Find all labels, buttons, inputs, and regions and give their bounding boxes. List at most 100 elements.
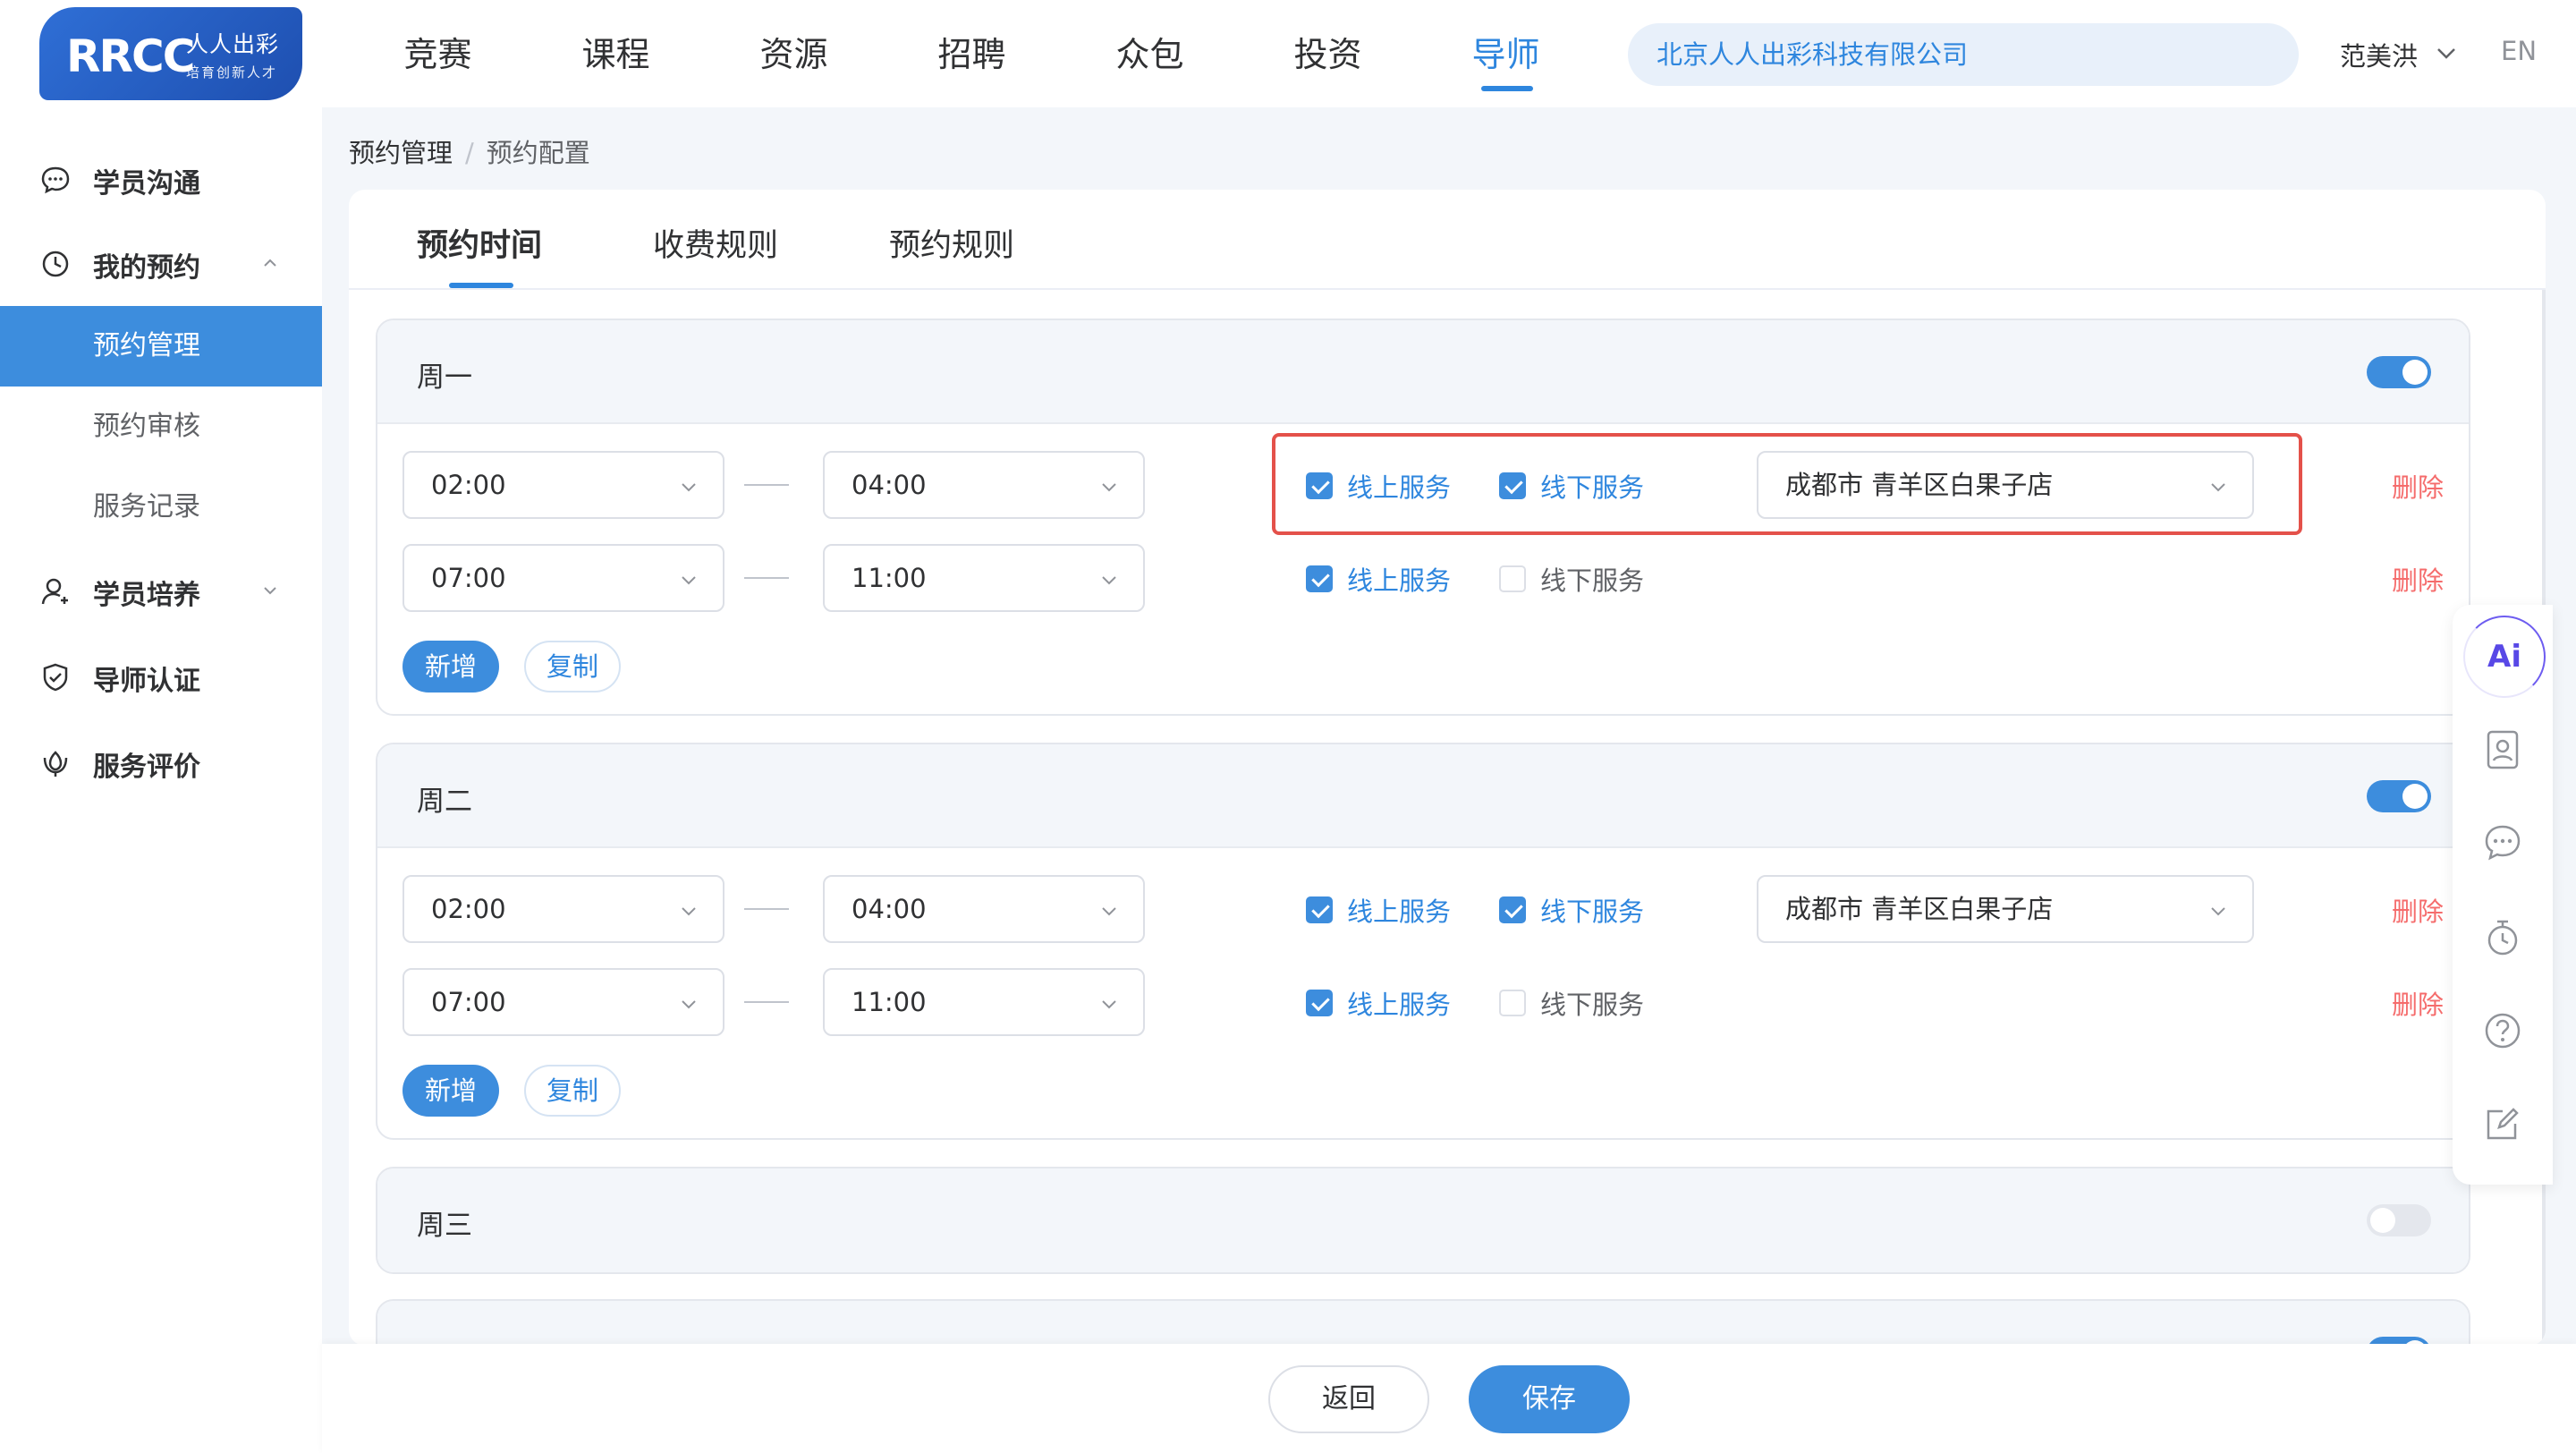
tab-booking-time[interactable]: 预约时间 (417, 220, 542, 266)
nav-item-recruiting[interactable]: 招聘 (883, 0, 1061, 107)
breadcrumb-current: 预约配置 (486, 138, 590, 168)
day-title: 周三 (417, 1210, 472, 1242)
location-select[interactable]: 成都市 青羊区白果子店 (1757, 451, 2254, 519)
location-value: 成都市 青羊区白果子店 (1785, 470, 2054, 500)
sidebar-subitem-booking-management[interactable]: 预约管理 (0, 306, 322, 387)
time-slot-row: 07:00 11:00 线上服务 线下服务 删除 (377, 968, 2469, 1036)
offline-service-label[interactable]: 线下服务 (1540, 984, 1644, 1022)
delete-slot-button[interactable]: 删除 (2392, 467, 2444, 505)
nav-item-competition[interactable]: 竞赛 (349, 0, 527, 107)
delete-slot-button[interactable]: 删除 (2392, 891, 2444, 929)
sidebar-subitem-service-records[interactable]: 服务记录 (0, 467, 322, 548)
chevron-down-icon (682, 576, 696, 585)
location-select[interactable]: 成都市 青羊区白果子店 (1757, 875, 2254, 943)
delete-slot-button[interactable]: 删除 (2392, 984, 2444, 1022)
sidebar: 学员沟通 我的预约 预约管理 预约审核 服务记录 学员培养 导师认证 服务评价 (0, 107, 322, 1453)
online-service-checkbox[interactable] (1306, 896, 1333, 923)
nav-item-resources[interactable]: 资源 (705, 0, 883, 107)
language-switch[interactable]: EN (2501, 36, 2537, 66)
range-separator (744, 577, 789, 579)
sidebar-item-label: 学员培养 (93, 580, 200, 611)
nav-item-investment[interactable]: 投资 (1239, 0, 1417, 107)
start-time-value: 07:00 (431, 563, 506, 593)
offline-service-checkbox[interactable] (1499, 472, 1526, 499)
online-service-label[interactable]: 线上服务 (1347, 467, 1451, 505)
chevron-down-icon (682, 1000, 696, 1009)
day-header: 周四 (377, 1301, 2469, 1346)
tab-active-indicator (449, 283, 513, 288)
start-time-select[interactable]: 07:00 (402, 968, 724, 1036)
brand-logo[interactable]: RRCC 人人出彩 培育创新人才 (39, 7, 302, 100)
day-panel-tuesday: 周二 02:00 04:00 线上服务 线下服务 成都市 青羊区白果子店 删除 (376, 743, 2470, 1140)
day-header: 周三 (377, 1168, 2469, 1272)
day-enable-toggle[interactable] (2367, 356, 2431, 388)
help-icon[interactable] (2479, 1007, 2526, 1054)
nav-item-courses[interactable]: 课程 (527, 0, 705, 107)
offline-service-checkbox[interactable] (1499, 565, 1526, 592)
timer-icon[interactable] (2479, 914, 2526, 961)
back-button[interactable]: 返回 (1268, 1365, 1429, 1433)
sidebar-item-service-evaluation[interactable]: 服务评价 (0, 721, 322, 802)
sidebar-item-student-chat[interactable]: 学员沟通 (0, 138, 322, 218)
online-service-checkbox[interactable] (1306, 565, 1333, 592)
sidebar-item-mentor-certification[interactable]: 导师认证 (0, 635, 322, 716)
tab-fee-rules[interactable]: 收费规则 (653, 220, 778, 266)
nav-item-mentor[interactable]: 导师 (1417, 0, 1595, 107)
delete-slot-button[interactable]: 删除 (2392, 560, 2444, 598)
sidebar-subitem-booking-review[interactable]: 预约审核 (0, 387, 322, 467)
end-time-select[interactable]: 11:00 (823, 544, 1145, 612)
chevron-down-icon (1102, 576, 1116, 585)
copy-slots-button[interactable]: 复制 (524, 1065, 621, 1117)
start-time-select[interactable]: 07:00 (402, 544, 724, 612)
user-name[interactable]: 范美洪 (2340, 36, 2418, 73)
offline-service-label[interactable]: 线下服务 (1540, 467, 1644, 505)
add-slot-button[interactable]: 新增 (402, 1065, 499, 1117)
message-icon[interactable] (2479, 820, 2526, 866)
chevron-down-icon (2211, 483, 2225, 492)
offline-service-label[interactable]: 线下服务 (1540, 891, 1644, 929)
config-card: 预约时间 收费规则 预约规则 周一 02:00 04:00 线上服务 线下服务 (349, 190, 2546, 1346)
start-time-select[interactable]: 02:00 (402, 875, 724, 943)
offline-service-checkbox[interactable] (1499, 990, 1526, 1016)
online-service-label[interactable]: 线上服务 (1347, 891, 1451, 929)
chevron-down-icon (682, 483, 696, 492)
organization-selector[interactable]: 北京人人出彩科技有限公司 (1628, 23, 2299, 86)
offline-service-checkbox[interactable] (1499, 896, 1526, 923)
ai-assistant-button[interactable]: Ai (2463, 616, 2546, 698)
end-time-value: 04:00 (852, 470, 927, 500)
day-enable-toggle[interactable] (2367, 1204, 2431, 1236)
day-enable-toggle[interactable] (2367, 780, 2431, 812)
tab-booking-rules[interactable]: 预约规则 (889, 220, 1014, 266)
nav-item-crowdsourcing[interactable]: 众包 (1061, 0, 1239, 107)
breadcrumb-parent[interactable]: 预约管理 (349, 138, 453, 168)
contact-card-icon[interactable] (2479, 726, 2526, 773)
sidebar-item-student-training[interactable]: 学员培养 (0, 549, 322, 630)
save-button[interactable]: 保存 (1469, 1365, 1630, 1433)
chevron-up-icon (264, 259, 276, 267)
range-separator (744, 484, 789, 486)
chevron-down-icon[interactable] (2433, 39, 2460, 66)
copy-slots-button[interactable]: 复制 (524, 641, 621, 693)
logo-slogan: 培育创新人才 (186, 64, 278, 81)
online-service-checkbox[interactable] (1306, 990, 1333, 1016)
day-title: 周二 (417, 786, 472, 818)
offline-service-label[interactable]: 线下服务 (1540, 560, 1644, 598)
add-slot-button[interactable]: 新增 (402, 641, 499, 693)
chevron-down-icon (682, 907, 696, 916)
end-time-value: 11:00 (852, 563, 927, 593)
end-time-select[interactable]: 04:00 (823, 875, 1145, 943)
time-slot-row: 02:00 04:00 线上服务 线下服务 成都市 青羊区白果子店 删除 (377, 433, 2469, 535)
flower-icon (43, 751, 68, 777)
start-time-value: 02:00 (431, 894, 506, 924)
end-time-select[interactable]: 04:00 (823, 451, 1145, 519)
sidebar-item-my-booking[interactable]: 我的预约 (0, 222, 322, 302)
online-service-label[interactable]: 线上服务 (1347, 984, 1451, 1022)
day-title: 周一 (417, 361, 472, 394)
online-service-checkbox[interactable] (1306, 472, 1333, 499)
breadcrumb: 预约管理 / 预约配置 (349, 132, 590, 170)
logo-chinese-name: 人人出彩 (186, 31, 280, 57)
start-time-select[interactable]: 02:00 (402, 451, 724, 519)
online-service-label[interactable]: 线上服务 (1347, 560, 1451, 598)
end-time-select[interactable]: 11:00 (823, 968, 1145, 1036)
edit-icon[interactable] (2479, 1100, 2526, 1147)
